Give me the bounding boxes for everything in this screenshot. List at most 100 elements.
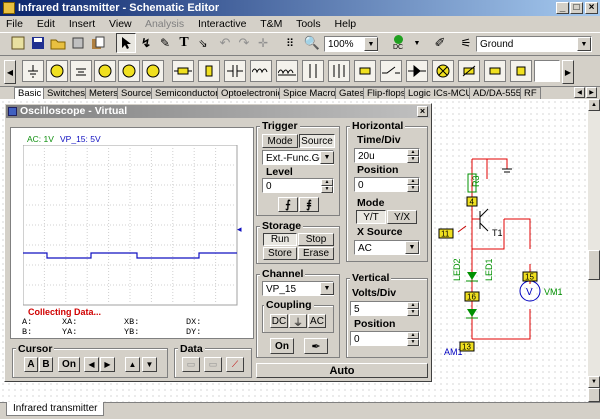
menu-view[interactable]: View	[109, 18, 132, 30]
relay-icon[interactable]	[328, 60, 350, 82]
battery-icon[interactable]	[70, 60, 92, 82]
auto-button[interactable]: Auto	[256, 363, 428, 378]
cursor-on-button[interactable]: On	[58, 357, 80, 372]
wire-icon[interactable]: ↯	[136, 33, 156, 53]
time-div-spinner[interactable]: ▲ ▼	[407, 149, 419, 163]
menu-interactive[interactable]: Interactive	[198, 18, 246, 30]
redo-icon[interactable]: ↷	[234, 33, 254, 53]
channel-on-button[interactable]: On	[270, 338, 294, 354]
select-arrow-icon[interactable]	[116, 33, 136, 53]
coupling-dc-button[interactable]: DC	[270, 314, 288, 328]
minimize-button[interactable]: _	[556, 2, 569, 14]
lamp-icon[interactable]	[432, 60, 454, 82]
probe-icon[interactable]: ✐	[430, 33, 450, 53]
trigger-source-dropdown-icon[interactable]: ▼	[320, 151, 334, 164]
osc-close-button[interactable]: ×	[417, 106, 428, 117]
h-position-spinner[interactable]: ▲ ▼	[407, 178, 419, 192]
menu-tm[interactable]: T&M	[260, 18, 282, 30]
ground-select[interactable]: Ground	[476, 36, 592, 52]
menu-file[interactable]: File	[6, 18, 23, 30]
bus-icon[interactable]: ⇘	[193, 33, 213, 53]
ammeter-icon[interactable]	[142, 60, 164, 82]
tab-semiconductors[interactable]: Semiconductors	[151, 87, 228, 99]
fuse-icon[interactable]	[354, 60, 376, 82]
paste-icon[interactable]	[88, 33, 108, 53]
cursor-right-icon[interactable]: ▶	[100, 357, 115, 372]
channel-dropdown-icon[interactable]: ▼	[320, 282, 334, 295]
menu-insert[interactable]: Insert	[69, 18, 95, 30]
cursor-up-icon[interactable]: ▲	[125, 357, 140, 372]
trigger-falling-edge-button[interactable]: ⨎	[299, 197, 319, 212]
thermistor-icon[interactable]	[484, 60, 506, 82]
scroll-up-icon[interactable]: ▲	[588, 99, 600, 111]
cursor-b-button[interactable]: B	[39, 357, 53, 372]
grid-icon[interactable]: ⠿	[280, 33, 300, 53]
component-icon[interactable]: ⚟	[456, 33, 476, 53]
scroll-thumb[interactable]	[588, 250, 600, 280]
undo-icon[interactable]: ↶	[215, 33, 235, 53]
mode-yt-button[interactable]: Y/T	[356, 210, 386, 224]
capacitor-icon[interactable]	[224, 60, 246, 82]
storage-erase-button[interactable]: Erase	[298, 247, 334, 260]
voltage-source-icon[interactable]	[46, 60, 68, 82]
dc-analysis-icon[interactable]: DC	[384, 33, 412, 53]
varistor-icon[interactable]	[458, 60, 480, 82]
volts-div-spinner[interactable]: ▲ ▼	[407, 302, 419, 316]
resistor-icon[interactable]	[172, 60, 194, 82]
v-position-spinner[interactable]: ▲ ▼	[407, 332, 419, 346]
coil-icon[interactable]	[276, 60, 298, 82]
tabs-next[interactable]: ▶	[586, 87, 597, 98]
transformer-icon[interactable]	[302, 60, 324, 82]
cut-icon[interactable]	[68, 33, 88, 53]
menu-help[interactable]: Help	[335, 18, 357, 30]
document-tab[interactable]: Infrared transmitter	[6, 402, 105, 416]
tab-ad-da[interactable]: AD/DA-555	[469, 87, 526, 99]
rotate-icon[interactable]: ✛	[253, 33, 273, 53]
x-source-dropdown-icon[interactable]: ▼	[405, 241, 419, 254]
menu-edit[interactable]: Edit	[37, 18, 55, 30]
close-button[interactable]: ×	[585, 2, 598, 14]
palette-scroll-right[interactable]: ▶	[562, 60, 574, 84]
storage-store-button[interactable]: Store	[263, 247, 297, 260]
coupling-ac-button[interactable]: AC	[308, 314, 326, 328]
cursor-a-button[interactable]: A	[24, 357, 38, 372]
menu-tools[interactable]: Tools	[296, 18, 321, 30]
diode-icon[interactable]	[406, 60, 428, 82]
trigger-mode-button[interactable]: Mode	[262, 134, 298, 148]
crystal-icon[interactable]	[510, 60, 532, 82]
storage-run-button[interactable]: Run	[263, 233, 297, 246]
data-export-icon[interactable]: ▭	[204, 357, 222, 372]
zoom-icon[interactable]: 🔍	[302, 33, 322, 53]
current-source-icon[interactable]	[94, 60, 116, 82]
potentiometer-icon[interactable]	[198, 60, 220, 82]
inductor-icon[interactable]	[250, 60, 272, 82]
tab-switches[interactable]: Switches	[43, 87, 90, 99]
text-icon[interactable]: T	[174, 33, 194, 53]
data-load-icon[interactable]: ▭	[182, 357, 200, 372]
tabs-prev[interactable]: ◀	[574, 87, 585, 98]
tab-flip-flops[interactable]: Flip-flops	[363, 87, 410, 99]
channel-probe-icon[interactable]: ✒	[304, 338, 328, 354]
menu-analysis[interactable]: Analysis	[145, 18, 184, 30]
trigger-level-spinner[interactable]: ▲ ▼	[321, 179, 333, 193]
tab-basic[interactable]: Basic	[14, 87, 46, 99]
data-clear-icon[interactable]: ⟋	[226, 357, 244, 372]
trigger-source-button[interactable]: Source	[299, 134, 335, 148]
mode-yx-button[interactable]: Y/X	[387, 210, 417, 224]
ground-dropdown-icon[interactable]: ▼	[577, 37, 591, 51]
new-icon[interactable]	[8, 33, 28, 53]
ground-icon[interactable]	[22, 60, 44, 82]
zoom-dropdown-icon[interactable]: ▼	[364, 37, 378, 51]
pen-icon[interactable]: ✎	[155, 33, 175, 53]
tab-rf[interactable]: RF	[520, 87, 541, 99]
cursor-left-icon[interactable]: ◀	[84, 357, 99, 372]
analysis-dropdown-icon[interactable]: ▼	[412, 33, 422, 53]
trigger-rising-edge-button[interactable]: ⨍	[278, 197, 298, 212]
tab-optoelectronic[interactable]: Optoelectronic	[217, 87, 287, 99]
cursor-down-icon[interactable]: ▼	[142, 357, 157, 372]
palette-scroll-left[interactable]: ◀	[4, 60, 16, 84]
open-icon[interactable]	[48, 33, 68, 53]
maximize-button[interactable]: □	[570, 2, 583, 14]
voltmeter-icon[interactable]	[118, 60, 140, 82]
coupling-gnd-button[interactable]: ⏚	[289, 314, 307, 329]
